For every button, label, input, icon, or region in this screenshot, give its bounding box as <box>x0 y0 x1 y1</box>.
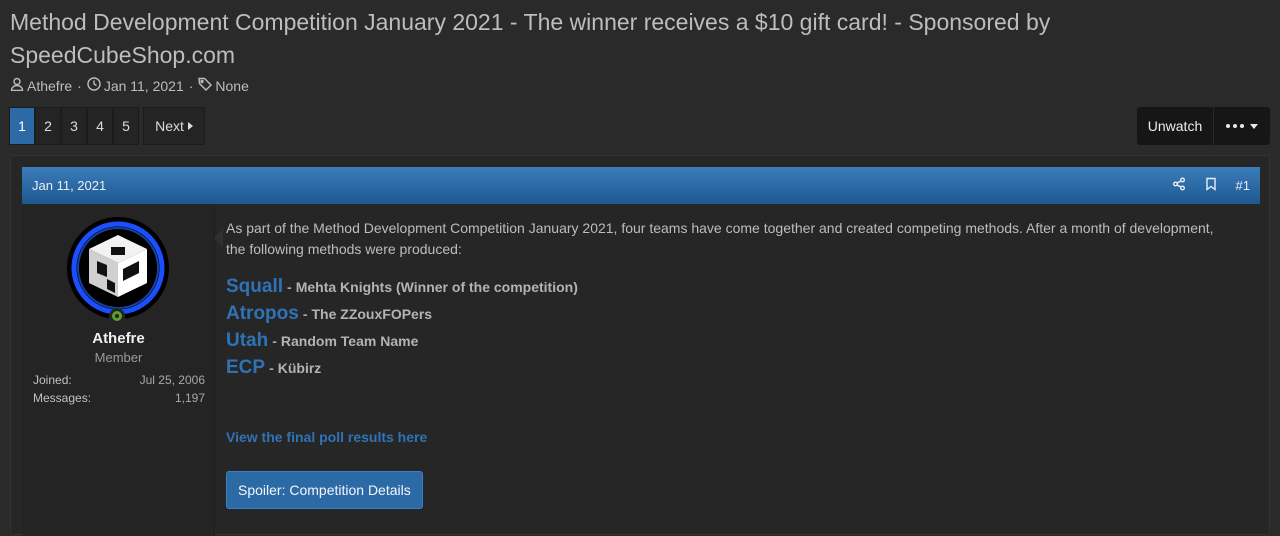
method-dash: - <box>287 279 292 295</box>
tags-icon <box>198 77 213 94</box>
ellipsis-icon <box>1226 124 1244 128</box>
spoiler-button[interactable]: Spoiler: Competition Details <box>226 471 423 509</box>
poll-results-link[interactable]: View the final poll results here <box>226 427 1226 448</box>
online-status-indicator <box>109 308 125 324</box>
next-page-button[interactable]: Next <box>143 107 205 145</box>
method-name: Squall <box>226 276 284 297</box>
method-dash: - <box>269 360 274 376</box>
method-team: The ZZouxFOPers <box>311 306 433 322</box>
method-item: Atropos - The ZZouxFOPers <box>226 303 1226 330</box>
thread-author[interactable]: Athefre <box>27 78 72 94</box>
post: Jan 11, 2021 #1 Athefre Member Joined: J… <box>10 155 1270 536</box>
post-header-actions: #1 <box>1172 177 1250 194</box>
thread-meta: Athefre · Jan 11, 2021 · None <box>10 77 249 94</box>
thread-title: Method Development Competition January 2… <box>10 9 1051 68</box>
meta-separator: · <box>77 77 82 94</box>
page-button-3[interactable]: 3 <box>61 107 87 145</box>
method-list: Squall - Mehta Knights (Winner of the co… <box>226 276 1226 384</box>
pagination: 1 2 3 4 5 Next <box>9 107 205 145</box>
method-team: Random Team Name <box>280 333 419 349</box>
username[interactable]: Athefre <box>22 330 215 347</box>
post-date[interactable]: Jan 11, 2021 <box>32 178 1172 193</box>
messages-stat: Messages: 1,197 <box>33 391 205 405</box>
user-title: Member <box>94 350 143 365</box>
joined-value: Jul 25, 2006 <box>139 373 205 387</box>
thread-date[interactable]: Jan 11, 2021 <box>104 78 184 94</box>
post-body: As part of the Method Development Compet… <box>226 218 1226 509</box>
post-number[interactable]: #1 <box>1236 178 1250 193</box>
method-dash: - <box>302 306 308 322</box>
chevron-right-icon <box>187 122 193 130</box>
page-button-4[interactable]: 4 <box>87 107 113 145</box>
chevron-down-icon <box>1250 123 1258 129</box>
method-dash: - <box>272 333 277 349</box>
user-info: Athefre Member Joined: Jul 25, 2006 Mess… <box>22 206 215 536</box>
method-name: Utah <box>226 330 269 351</box>
next-label: Next <box>155 118 184 134</box>
page-button-5[interactable]: 5 <box>113 107 139 145</box>
avatar[interactable] <box>67 217 169 319</box>
more-options-button[interactable] <box>1214 107 1270 145</box>
method-item: ECP - Kübirz <box>226 357 1226 384</box>
post-intro: As part of the Method Development Compet… <box>226 220 1214 257</box>
messages-label: Messages: <box>33 391 92 405</box>
method-name: ECP <box>226 357 266 378</box>
user-icon <box>10 77 24 94</box>
joined-label: Joined: <box>33 373 72 387</box>
method-team: Mehta Knights (Winner of the competition… <box>295 279 578 295</box>
meta-separator: · <box>188 77 194 94</box>
joined-stat: Joined: Jul 25, 2006 <box>33 373 205 387</box>
page-button-1[interactable]: 1 <box>9 107 35 145</box>
thread-tags: None <box>215 77 249 94</box>
method-item: Squall - Mehta Knights (Winner of the co… <box>226 276 1226 303</box>
clock-icon <box>87 77 101 94</box>
post-header: Jan 11, 2021 #1 <box>22 167 1260 204</box>
method-item: Utah - Random Team Name <box>226 330 1226 357</box>
bookmark-icon[interactable] <box>1204 177 1218 194</box>
message-arrow <box>214 229 223 247</box>
share-icon[interactable] <box>1172 177 1186 194</box>
thread-actions: Unwatch <box>1137 107 1270 145</box>
method-team: Kübirz <box>277 360 322 376</box>
unwatch-button[interactable]: Unwatch <box>1137 107 1213 145</box>
page-button-2[interactable]: 2 <box>35 107 61 145</box>
messages-value[interactable]: 1,197 <box>175 391 205 405</box>
method-name: Atropos <box>226 303 299 324</box>
